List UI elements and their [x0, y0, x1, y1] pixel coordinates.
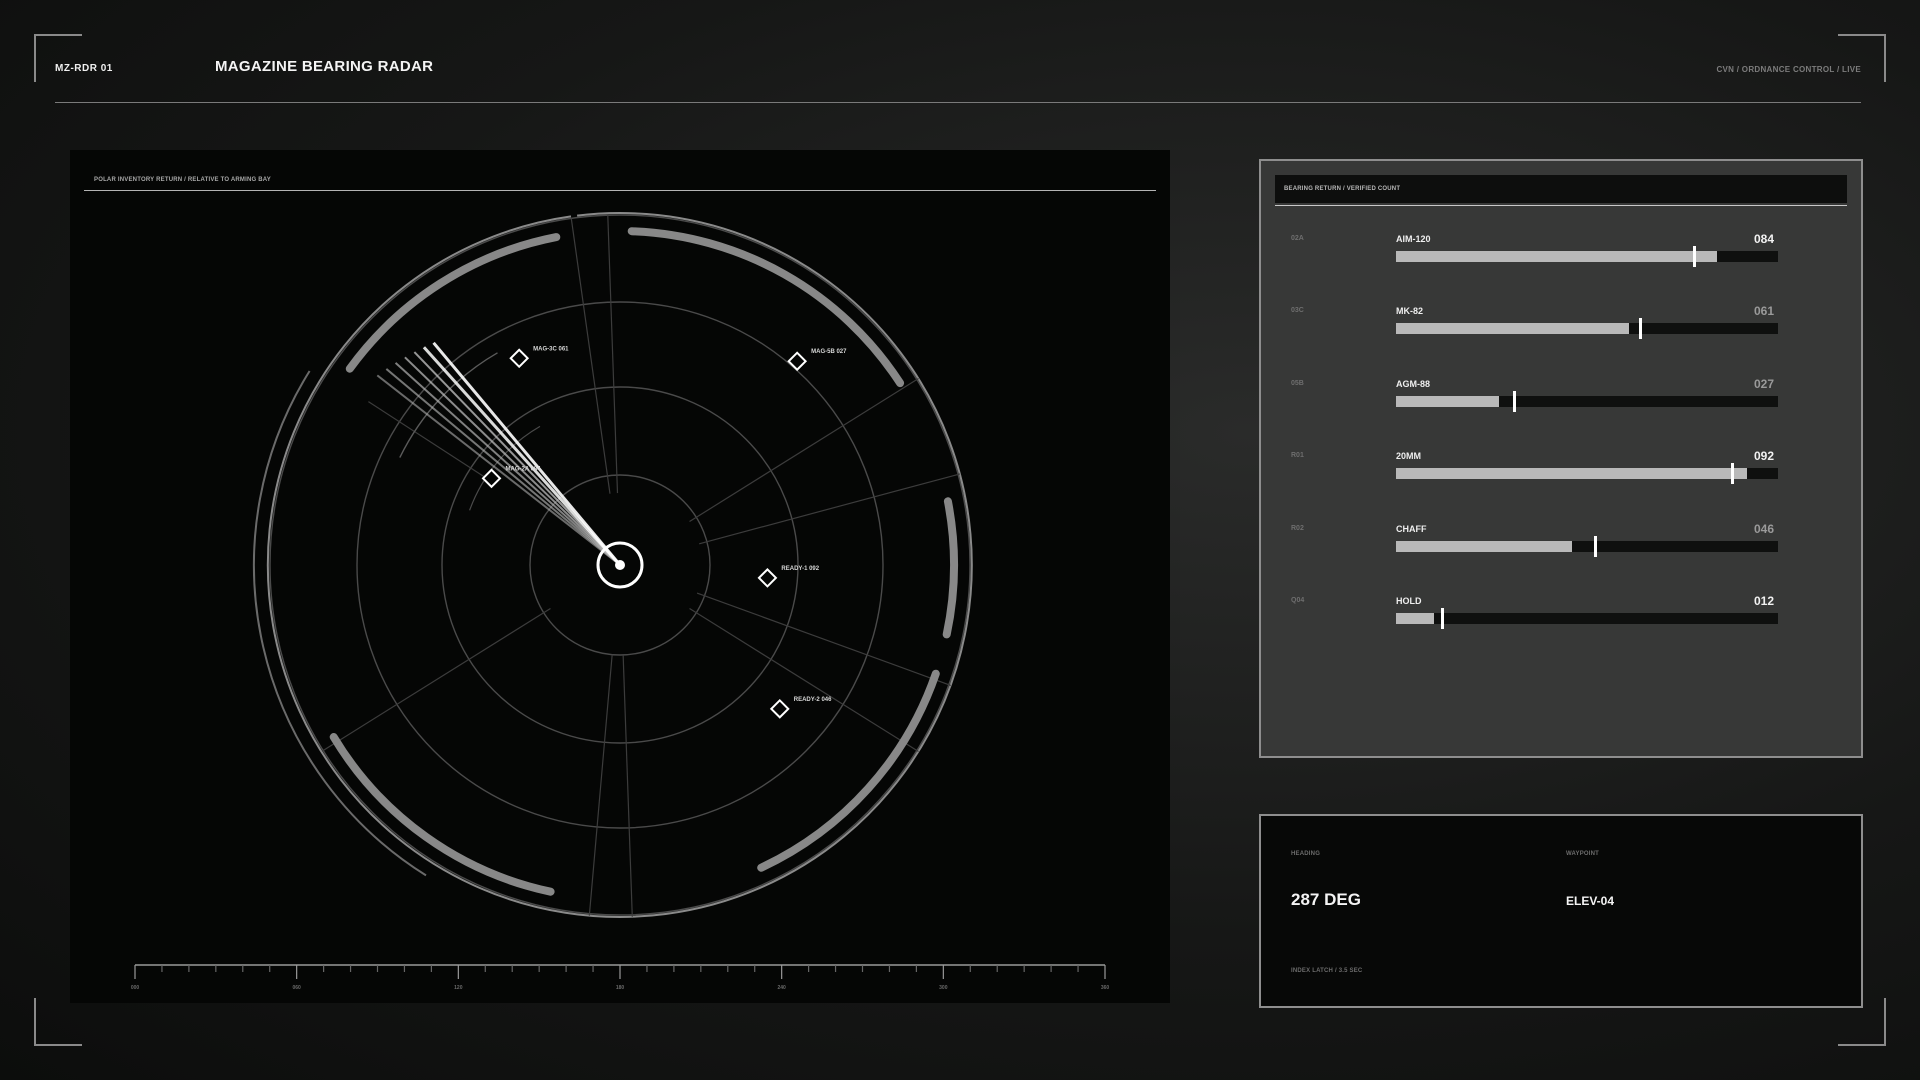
bearing-row-track — [1396, 608, 1778, 629]
bearing-row-track — [1396, 318, 1778, 339]
system-id: MZ-RDR 01 — [55, 63, 113, 74]
radar-sweep-line — [394, 362, 621, 566]
bearing-row-value: 084 — [1754, 232, 1775, 246]
bearing-row-name: AIM-120 — [1396, 234, 1431, 244]
header-divider — [55, 102, 1861, 103]
bearing-scale-label: 180 — [616, 985, 625, 991]
bearing-scale-label: 360 — [1101, 985, 1110, 991]
bearing-row-name: HOLD — [1396, 596, 1422, 606]
radar-caption: POLAR INVENTORY RETURN / RELATIVE TO ARM… — [94, 177, 271, 183]
frame-corner-top-left — [34, 34, 82, 82]
bearing-row-track — [1396, 246, 1778, 267]
bearing-row-name: CHAFF — [1396, 524, 1427, 534]
bearing-row-marker[interactable] — [1513, 391, 1517, 412]
radar-spoke — [588, 654, 613, 916]
radar-contact-marker[interactable] — [509, 348, 530, 369]
bearing-row-value: 027 — [1754, 377, 1775, 391]
bearing-row-code: Q04 — [1291, 597, 1305, 604]
bearing-row-fill — [1396, 613, 1435, 624]
breadcrumb[interactable]: CVN / ORDNANCE CONTROL / LIVE — [1716, 65, 1861, 74]
radar-sweep-line — [385, 368, 621, 566]
bearing-row-code: 03C — [1291, 307, 1304, 314]
bearing-scale-label: 120 — [454, 985, 463, 991]
radar-inventory-arc — [942, 497, 958, 639]
radar-spoke — [322, 607, 551, 751]
bearing-panel: BEARING RETURN / VERIFIED COUNT 02A AIM-1… — [1259, 159, 1863, 758]
radar-contact-label: MAG-2A 084 — [505, 466, 541, 472]
radar-caption-divider — [84, 190, 1156, 191]
status-panel: HEADING 287 DEG WAYPOINT ELEV-04 INDEX L… — [1259, 814, 1863, 1008]
radar-contact-marker[interactable] — [769, 698, 790, 719]
heading-value: 287 DEG — [1291, 890, 1361, 909]
bearing-row[interactable]: Q04 HOLD 012 — [1261, 592, 1861, 652]
radar-spoke — [570, 218, 611, 494]
bearing-row-code: R01 — [1291, 452, 1304, 459]
bearing-row[interactable]: R02 CHAFF 046 — [1261, 520, 1861, 580]
radar-contact-label: MAG-3C 061 — [533, 346, 569, 352]
bearing-row-fill — [1396, 468, 1748, 479]
bearing-row-marker[interactable] — [1639, 318, 1643, 339]
bearing-row-fill — [1396, 396, 1500, 407]
waypoint-label: WAYPOINT — [1566, 851, 1600, 857]
bearing-header-divider — [1275, 205, 1847, 206]
radar-sweep-line — [432, 341, 622, 566]
bearing-row[interactable]: 03C MK-82 061 — [1261, 302, 1861, 362]
radar-contact-marker[interactable] — [481, 468, 502, 489]
radar-contact-marker[interactable] — [757, 567, 778, 588]
bearing-row-name: 20MM — [1396, 451, 1422, 461]
radar-panel: MAG-3C 061 MAG-5B 027 MAG-2A 084 READY-1 09… — [70, 150, 1170, 1003]
bearing-row-marker[interactable] — [1692, 246, 1696, 267]
bearing-row-value: 092 — [1754, 449, 1775, 463]
radar-spoke — [699, 473, 961, 545]
bearing-row-fill — [1396, 251, 1717, 262]
radar-sweep-line — [404, 356, 621, 566]
bearing-row-marker[interactable] — [1593, 536, 1597, 557]
radar-spoke — [689, 607, 919, 753]
bearing-row-fill — [1396, 323, 1630, 334]
radar-spoke — [696, 592, 951, 686]
radar-inventory-arc — [757, 669, 940, 872]
bearing-row-track — [1396, 463, 1778, 484]
bearing-scale-label: 000 — [131, 985, 140, 991]
bearing-row-value: 061 — [1754, 304, 1775, 318]
bearing-row-code: 05B — [1291, 380, 1304, 387]
bearing-row-name: AGM-88 — [1396, 379, 1431, 389]
radar-contact-label: MAG-5B 027 — [811, 349, 847, 355]
bearing-row-track — [1396, 536, 1778, 557]
bearing-row-value: 012 — [1754, 594, 1775, 608]
bearing-row-code: 02A — [1291, 235, 1304, 242]
radar-center-dot — [615, 560, 625, 570]
radar-display[interactable]: MAG-3C 061 MAG-5B 027 MAG-2A 084 READY-1 09… — [70, 150, 1170, 1003]
radar-outer-arc — [252, 370, 427, 877]
radar-contact-label: READY-2 046 — [794, 697, 832, 703]
page-title: MAGAZINE BEARING RADAR — [215, 58, 434, 75]
bearing-scale-label: 060 — [292, 985, 301, 991]
status-footer: INDEX LATCH / 3.5 SEC — [1291, 968, 1363, 974]
bearing-row-value: 046 — [1754, 522, 1775, 536]
bearing-scale-label: 300 — [939, 985, 948, 991]
radar-contact-marker[interactable] — [787, 351, 808, 372]
frame-corner-bottom-left — [34, 998, 82, 1046]
bearing-row-name: MK-82 — [1396, 306, 1424, 316]
bearing-row-marker[interactable] — [1440, 608, 1444, 629]
waypoint-value[interactable]: ELEV-04 — [1566, 894, 1614, 908]
radar-spoke — [689, 377, 919, 523]
frame-corner-top-right — [1838, 34, 1886, 82]
bearing-row-fill — [1396, 541, 1572, 552]
radar-contact-label: READY-1 092 — [781, 566, 819, 572]
radar-sweep-line — [376, 374, 621, 566]
radar-spoke — [622, 654, 633, 917]
bearing-row-track — [1396, 391, 1778, 412]
bearing-header: BEARING RETURN / VERIFIED COUNT — [1275, 175, 1847, 203]
bearing-row-code: R02 — [1291, 525, 1304, 532]
bearing-row[interactable]: R01 20MM 092 — [1261, 447, 1861, 507]
bearing-scale-label: 240 — [777, 985, 786, 991]
bearing-row[interactable]: 02A AIM-120 084 — [1261, 230, 1861, 290]
bearing-row-marker[interactable] — [1731, 463, 1735, 484]
radar-spoke — [607, 215, 619, 494]
bearing-row[interactable]: 05B AGM-88 027 — [1261, 375, 1861, 435]
bearing-title: BEARING RETURN / VERIFIED COUNT — [1284, 186, 1401, 192]
heading-label: HEADING — [1291, 851, 1321, 857]
